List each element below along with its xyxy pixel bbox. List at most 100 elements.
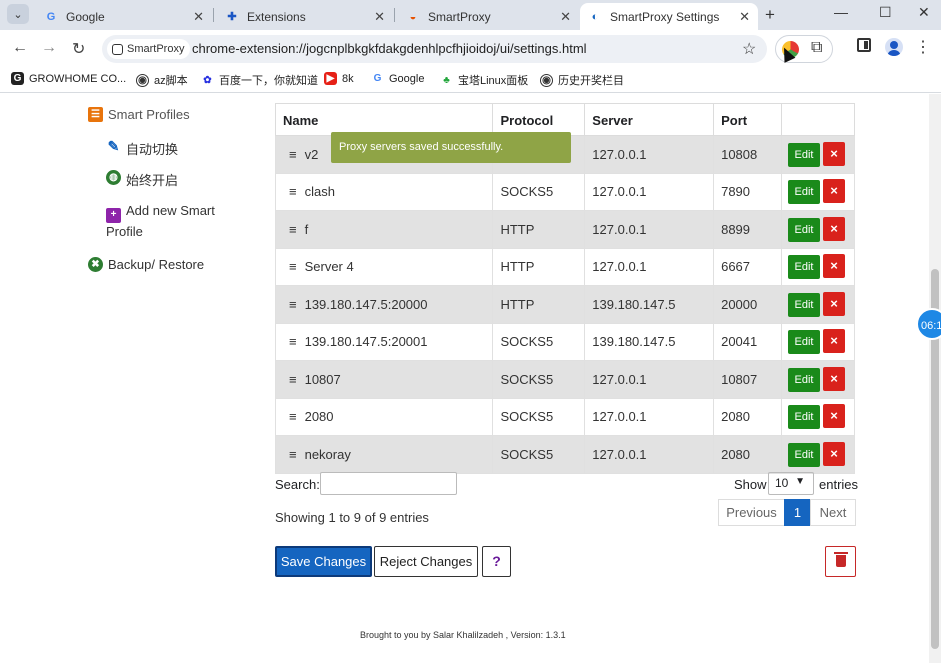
reload-icon[interactable]: ↻ [72,39,85,59]
edit-button[interactable]: Edit [787,217,820,242]
table-row[interactable]: ≡ Server 4 HTTP 127.0.0.1 6667 Edit × [274,247,856,286]
sidebar-item-backup-restore[interactable]: ✖ Backup/ Restore [88,257,204,272]
extensions-puzzle-icon[interactable]: ⧉ [811,39,822,57]
delete-button[interactable]: × [822,254,845,279]
drag-handle-icon[interactable]: ≡ [289,147,297,162]
tab-smartproxy[interactable]: ◒ SmartProxy ✕ [398,3,579,30]
table-row[interactable]: ≡ clash SOCKS5 127.0.0.1 7890 Edit × [274,172,856,211]
edit-button[interactable]: Edit [787,142,820,167]
edit-button[interactable]: Edit [787,405,820,430]
recording-timer-badge[interactable]: 06:1 [916,308,941,340]
pagination-previous[interactable]: Previous [718,499,785,526]
cell-protocol: HTTP [492,247,586,286]
delete-button[interactable]: × [822,141,845,166]
name-text: v2 [304,146,319,162]
maximize-icon[interactable]: ☐ [879,4,892,21]
profile-avatar[interactable] [885,38,903,56]
edit-button[interactable]: Edit [787,442,820,467]
pagination-next[interactable]: Next [810,499,856,526]
puzzle-icon: ✚ [227,11,237,23]
delete-button[interactable]: × [822,291,845,316]
bookmark-history[interactable]: ◉ 历史开奖栏目 [540,72,624,88]
edit-button[interactable]: Edit [787,330,820,355]
table-row[interactable]: ≡ 10807 SOCKS5 127.0.0.1 10807 Edit × [274,360,856,399]
tab-search-button[interactable]: ⌄ [7,4,29,24]
delete-button[interactable]: × [822,216,845,241]
bookmark-star-icon[interactable]: ☆ [742,39,756,59]
cell-protocol: SOCKS5 [492,322,586,361]
smartproxy-icon: ◒ [409,10,417,23]
name-text: clash [304,184,335,200]
sidebar-item-auto-switch[interactable]: ✎ 自动切换 [106,138,178,158]
table-row[interactable]: ≡ nekoray SOCKS5 127.0.0.1 2080 Edit × [274,435,856,474]
column-header-name[interactable]: Name [274,103,494,136]
column-header-server[interactable]: Server [584,103,715,136]
help-button[interactable]: ? [482,546,511,577]
tab-title: Extensions [247,9,306,24]
menu-kebab-icon[interactable]: ⋮ [915,37,931,57]
back-icon[interactable]: ← [12,39,28,57]
bookmark-bt-panel[interactable]: ♣ 宝塔Linux面板 [440,72,528,88]
drag-handle-icon[interactable]: ≡ [289,447,297,462]
table-row[interactable]: ≡ 2080 SOCKS5 127.0.0.1 2080 Edit × [274,397,856,436]
pagination-page-1[interactable]: 1 [784,499,811,526]
drag-handle-icon[interactable]: ≡ [289,222,297,237]
edit-button[interactable]: Edit [787,255,820,280]
delete-button[interactable]: × [822,441,845,466]
close-icon[interactable]: ✕ [193,9,204,25]
window-close-icon[interactable]: ✕ [918,4,930,21]
sidebar-item-smart-profiles[interactable]: ☰ Smart Profiles [88,107,190,122]
bookmark-baidu[interactable]: ✿ 百度一下，你就知道 [201,72,318,88]
close-icon[interactable]: ✕ [560,9,571,25]
url-text[interactable]: chrome-extension://jogcnplbkgkfdakgdenhl… [192,41,587,56]
edit-button[interactable]: Edit [787,292,820,317]
table-row[interactable]: ≡ 139.180.147.5:20001 SOCKS5 139.180.147.… [274,322,856,361]
table-row[interactable]: ≡ 139.180.147.5:20000 HTTP 139.180.147.5 … [274,285,856,324]
column-header-port[interactable]: Port [713,103,782,136]
new-tab-icon[interactable]: + [765,5,775,25]
side-panel-icon[interactable] [857,38,871,52]
close-icon[interactable]: ✕ [739,9,750,25]
cell-server: 127.0.0.1 [584,360,715,399]
bookmark-8k[interactable]: ▶ 8k [324,72,354,85]
delete-button[interactable]: × [822,366,845,391]
tab-divider [213,8,214,22]
delete-button[interactable]: × [822,329,845,354]
close-icon[interactable]: ✕ [374,9,385,25]
sidebar-item-always-on[interactable]: ◍ 始终开启 [106,170,178,189]
drag-handle-icon[interactable]: ≡ [289,372,297,387]
page-scrollbar[interactable] [929,94,941,663]
drag-handle-icon[interactable]: ≡ [289,297,297,312]
site-info-chip[interactable]: SmartProxy [107,39,191,59]
cell-actions: Edit × [780,210,856,249]
table-row[interactable]: ≡ f HTTP 127.0.0.1 8899 Edit × [274,210,856,249]
bookmark-growhome[interactable]: G GROWHOME CO... [11,72,126,85]
sidebar-item-add-profile[interactable]: + Add new Smart Profile [106,202,226,241]
tab-google[interactable]: G Google ✕ [36,3,212,30]
column-header-protocol[interactable]: Protocol [492,103,586,136]
tab-smartproxy-settings[interactable]: ◐ SmartProxy Settings ✕ [580,3,758,30]
name-text: nekoray [304,446,351,462]
magic-wand-icon: ✎ [107,138,120,154]
edit-button[interactable]: Edit [787,180,820,205]
search-input[interactable] [320,472,457,495]
delete-button[interactable]: × [822,179,845,204]
save-changes-button[interactable]: Save Changes [275,546,372,577]
tab-extensions[interactable]: ✚ Extensions ✕ [217,3,393,30]
drag-handle-icon[interactable]: ≡ [289,184,297,199]
page-length-select[interactable]: 10 ▼ [768,472,814,495]
bookmark-google[interactable]: G Google [371,72,425,85]
bookmark-az[interactable]: ◉ az脚本 [136,72,188,88]
delete-button[interactable]: × [822,404,845,429]
table-header-row: Name Protocol Server Port [274,103,856,136]
drag-handle-icon[interactable]: ≡ [289,259,297,274]
name-text: 139.180.147.5:20001 [304,334,428,350]
drag-handle-icon[interactable]: ≡ [289,409,297,424]
address-bar[interactable]: SmartProxy chrome-extension://jogcnplbkg… [102,35,767,63]
delete-all-button[interactable] [825,546,856,577]
minimize-icon[interactable]: — [834,4,848,20]
edit-button[interactable]: Edit [787,367,820,392]
reject-changes-button[interactable]: Reject Changes [374,546,478,577]
forward-icon[interactable]: → [41,39,57,57]
drag-handle-icon[interactable]: ≡ [289,334,297,349]
